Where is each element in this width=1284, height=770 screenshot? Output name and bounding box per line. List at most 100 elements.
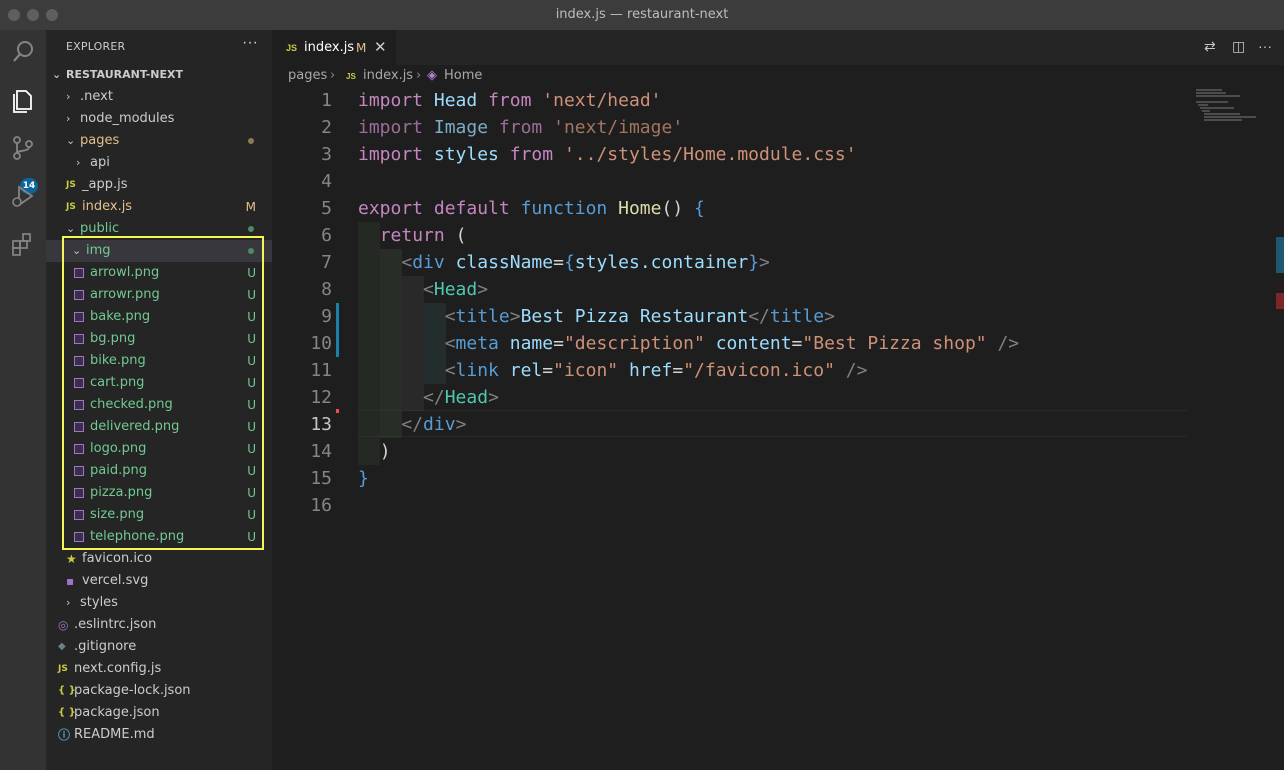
tree-item-label: favicon.ico	[82, 551, 153, 566]
line-number: 15	[310, 468, 332, 489]
tree-item-app-js[interactable]: JS _app.js	[46, 174, 272, 196]
code-line: </Head>	[423, 387, 499, 408]
minimap-line	[1196, 92, 1226, 94]
minimap-line	[1204, 119, 1242, 121]
close-tab-icon[interactable]: ✕	[374, 38, 387, 56]
tree-item-vercel-svg[interactable]: ▪ vercel.svg	[46, 570, 272, 592]
search-icon[interactable]	[7, 36, 39, 68]
explorer-header: EXPLORER	[66, 40, 126, 53]
code-line: }	[358, 468, 369, 489]
breadcrumb-folder[interactable]: pages	[288, 68, 327, 83]
git-change-dot	[248, 226, 254, 232]
symbol-icon: ◈	[427, 68, 437, 83]
js-file-icon: JS	[66, 202, 76, 212]
tree-item-label: README.md	[74, 727, 155, 742]
tree-item-label: next.config.js	[74, 661, 162, 676]
tree-item-label: .gitignore	[74, 639, 137, 654]
git-status-badge: M	[245, 200, 256, 214]
chevron-down-icon: ⌄	[52, 68, 62, 81]
run-debug-icon[interactable]	[7, 180, 39, 212]
line-number: 5	[321, 198, 332, 219]
tree-item-label: package.json	[74, 705, 160, 720]
tree-item-eslintrc-json[interactable]: ◎ .eslintrc.json	[46, 614, 272, 636]
line-number: 4	[321, 171, 332, 192]
highlight-box	[62, 236, 264, 550]
tree-item-next-config-js[interactable]: JS next.config.js	[46, 658, 272, 680]
tree-item-index-js[interactable]: JS index.js M	[46, 196, 272, 218]
code-editor[interactable]: 1 import Head from 'next/head' 2 import Ima…	[272, 87, 1188, 770]
tree-item-node-modules[interactable]: › node_modules	[46, 108, 272, 130]
editor-tabs: JS index.js M ✕ ⇄ ◫ ···	[272, 30, 1284, 66]
source-control-icon[interactable]	[7, 132, 39, 164]
line-number: 8	[321, 279, 332, 300]
tree-item-label: package-lock.json	[74, 683, 191, 698]
split-editor-icon[interactable]: ◫	[1232, 38, 1245, 55]
tree-item-label: node_modules	[80, 111, 175, 126]
js-file-icon: JS	[286, 43, 298, 53]
svg-file-icon: ▪	[66, 574, 75, 588]
line-number: 7	[321, 252, 332, 273]
tree-item-label: .next	[80, 89, 113, 104]
star-icon: ★	[66, 552, 77, 566]
tree-item-label: vercel.svg	[82, 573, 149, 588]
code-line: import Image from 'next/image'	[358, 117, 684, 138]
minimap-line	[1202, 110, 1210, 112]
chevron-right-icon: ›	[66, 596, 71, 609]
minimap-line	[1204, 116, 1256, 118]
minimap-line	[1200, 107, 1234, 109]
explorer-files-icon[interactable]	[7, 84, 39, 116]
tree-item-readme-md[interactable]: ⓘ README.md	[46, 724, 272, 746]
line-number: 9	[321, 306, 332, 327]
more-editor-actions-icon[interactable]: ···	[1258, 38, 1272, 54]
minimap-line	[1198, 104, 1208, 106]
title-bar: index.js — restaurant-next	[0, 0, 1284, 31]
breadcrumb-file[interactable]: index.js	[363, 68, 413, 83]
gutter-deleted-marker	[336, 409, 339, 413]
git-icon: ◆	[58, 641, 66, 652]
tree-item-package-lock-json[interactable]: { } package-lock.json	[46, 680, 272, 702]
tree-item-next[interactable]: › .next	[46, 86, 272, 108]
info-icon: ⓘ	[58, 728, 71, 742]
code-line: export default function Home() {	[358, 198, 705, 219]
code-line: return (	[379, 225, 467, 246]
tree-item-label: _app.js	[82, 177, 128, 192]
tab-modified-status: M	[356, 41, 367, 55]
tree-item-styles[interactable]: › styles	[46, 592, 272, 614]
editor-scrollbar[interactable]	[1272, 87, 1284, 770]
tree-item-api[interactable]: › api	[46, 152, 272, 174]
code-line: <meta name="description" content="Best P…	[444, 333, 1020, 354]
tree-item-package-json[interactable]: { } package.json	[46, 702, 272, 724]
chevron-right-icon: ›	[66, 112, 71, 125]
line-number: 16	[310, 495, 332, 516]
tree-item-label: styles	[80, 595, 118, 610]
minimap[interactable]	[1188, 87, 1284, 770]
line-number: 6	[321, 225, 332, 246]
line-number: 14	[310, 441, 332, 462]
vscode-window: index.js — restaurant-next 14 EXPLORER ·…	[0, 0, 1284, 770]
tab-index-js[interactable]: JS index.js M ✕	[272, 30, 396, 66]
breadcrumb: pages › JS index.js › ◈ Home	[272, 65, 1284, 87]
tree-item-gitignore[interactable]: ◆ .gitignore	[46, 636, 272, 658]
code-line: <title>Best Pizza Restaurant</title>	[444, 306, 835, 327]
explorer-sidebar: EXPLORER ··· ⌄ RESTAURANT-NEXT › .next › no…	[46, 30, 272, 770]
tree-item-favicon-ico[interactable]: ★ favicon.ico	[46, 548, 272, 570]
git-change-dot	[248, 138, 254, 144]
line-number: 3	[321, 144, 332, 165]
compare-changes-icon[interactable]: ⇄	[1204, 38, 1216, 55]
tree-item-pages[interactable]: ⌄ pages	[46, 130, 272, 152]
eslint-icon: ◎	[58, 618, 69, 632]
minimap-line	[1196, 101, 1228, 103]
gutter-modified-marker	[336, 303, 339, 357]
current-line-highlight	[358, 410, 1188, 437]
chevron-right-icon: ›	[66, 90, 71, 103]
window-title: index.js — restaurant-next	[555, 7, 729, 22]
line-number: 13	[310, 414, 332, 435]
js-file-icon: JS	[346, 72, 356, 81]
js-file-icon: JS	[66, 180, 76, 190]
breadcrumb-symbol[interactable]: Home	[444, 68, 482, 83]
extensions-icon[interactable]	[7, 228, 39, 260]
code-line: <link rel="icon" href="/favicon.ico" />	[444, 360, 868, 381]
project-root[interactable]: ⌄ RESTAURANT-NEXT	[46, 64, 272, 86]
tab-label: index.js	[304, 40, 355, 55]
more-actions-icon[interactable]: ···	[242, 34, 258, 52]
